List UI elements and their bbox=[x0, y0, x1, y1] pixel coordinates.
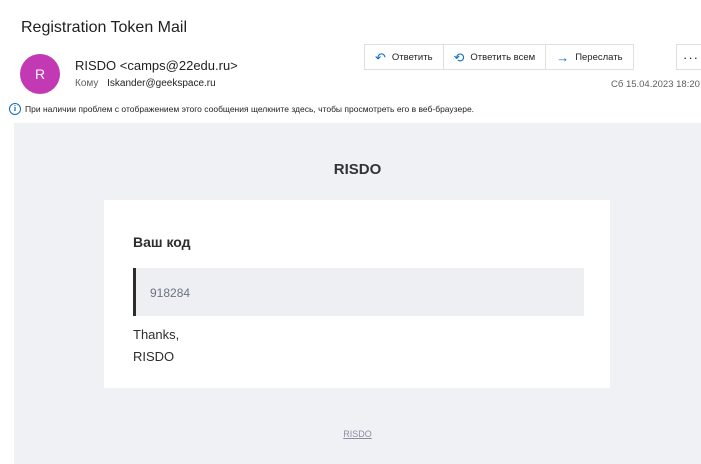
reply-label: Ответить bbox=[391, 51, 433, 63]
message-actions: ↶ Ответить ⟲ Ответить всем → Переслать bbox=[364, 44, 634, 70]
email-subject: Registration Token Mail bbox=[21, 19, 188, 36]
reply-all-button[interactable]: ⟲ Ответить всем bbox=[444, 45, 547, 69]
email-window: Registration Token Mail R RISDO <camps@2… bbox=[0, 0, 701, 464]
reply-all-icon: ⟲ bbox=[453, 49, 465, 65]
sender[interactable]: RISDO <camps@22edu.ru> bbox=[75, 58, 238, 73]
info-text[interactable]: При наличии проблем с отображением этого… bbox=[25, 104, 474, 114]
forward-icon: → bbox=[556, 49, 570, 65]
recipient-line: Кому Iskander@geekspace.ru bbox=[75, 78, 216, 89]
forward-button[interactable]: → Переслать bbox=[546, 45, 632, 69]
more-actions-button[interactable]: ··· bbox=[676, 44, 701, 70]
signature: RISDO bbox=[133, 349, 175, 364]
code-card: Ваш код 918284 Thanks, RISDO bbox=[104, 200, 610, 388]
message-date: Сб 15.04.2023 18:20 bbox=[611, 79, 700, 90]
code-box: 918284 bbox=[133, 268, 584, 316]
verification-code[interactable]: 918284 bbox=[150, 286, 190, 300]
closing: Thanks, RISDO bbox=[133, 324, 179, 368]
forward-label: Переслать bbox=[575, 51, 623, 63]
recipient[interactable]: Iskander@geekspace.ru bbox=[107, 78, 216, 89]
to-label: Кому bbox=[75, 78, 99, 89]
message-body: RISDO Ваш код 918284 Thanks, RISDO RISDO bbox=[14, 123, 701, 464]
thanks-text: Thanks, bbox=[133, 327, 180, 342]
reply-button[interactable]: ↶ Ответить bbox=[365, 45, 444, 69]
info-bar[interactable]: i При наличии проблем с отображением это… bbox=[9, 103, 474, 115]
brand-header: RISDO bbox=[333, 161, 382, 178]
reply-icon: ↶ bbox=[375, 49, 386, 65]
footer-link[interactable]: RISDO bbox=[14, 429, 701, 439]
code-heading: Ваш код bbox=[133, 234, 191, 250]
avatar[interactable]: R bbox=[20, 54, 60, 94]
info-icon: i bbox=[9, 103, 21, 115]
reply-all-label: Ответить всем bbox=[470, 51, 536, 63]
